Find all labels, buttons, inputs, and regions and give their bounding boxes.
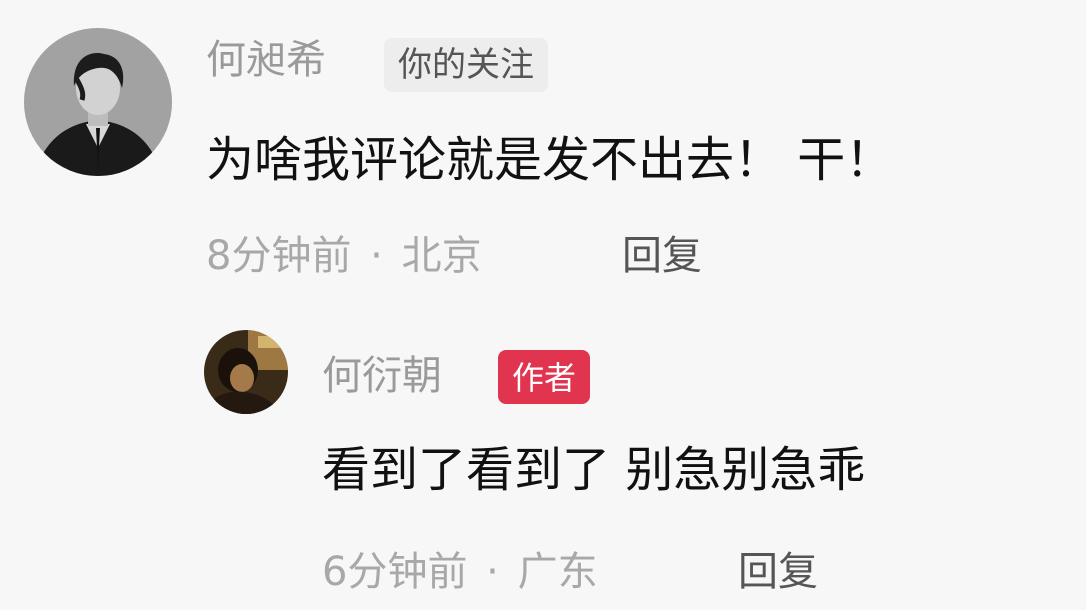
reply-time: 6分钟前 [322,549,468,595]
meta-separator: · [370,233,383,279]
reply-meta: 6分钟前 · 广东 [322,552,598,592]
author-avatar[interactable] [204,330,288,414]
user-avatar-icon [24,28,172,176]
comment-meta: 8分钟前 · 北京 [206,236,482,276]
comment-location: 北京 [401,233,482,279]
reply-location: 广东 [517,549,598,595]
commenter-username[interactable]: 何昶希 [206,40,326,80]
author-username[interactable]: 何衍朝 [322,356,442,396]
reply-text: 看到了看到了 别急别急乖 [322,442,866,498]
comment-text: 为啥我评论就是发不出去！ 干！ [206,132,894,188]
following-badge: 你的关注 [384,38,548,92]
comment-time: 8分钟前 [206,233,352,279]
comment-thread: 何昶希 你的关注 为啥我评论就是发不出去！ 干！ 8分钟前 · 北京 回复 何衍… [0,0,1086,610]
reply-button[interactable]: 回复 [622,236,702,276]
reply-button[interactable]: 回复 [738,552,818,592]
author-avatar-icon [204,330,288,414]
author-badge: 作者 [498,350,591,404]
meta-separator: · [486,549,499,595]
commenter-avatar[interactable] [24,28,172,176]
